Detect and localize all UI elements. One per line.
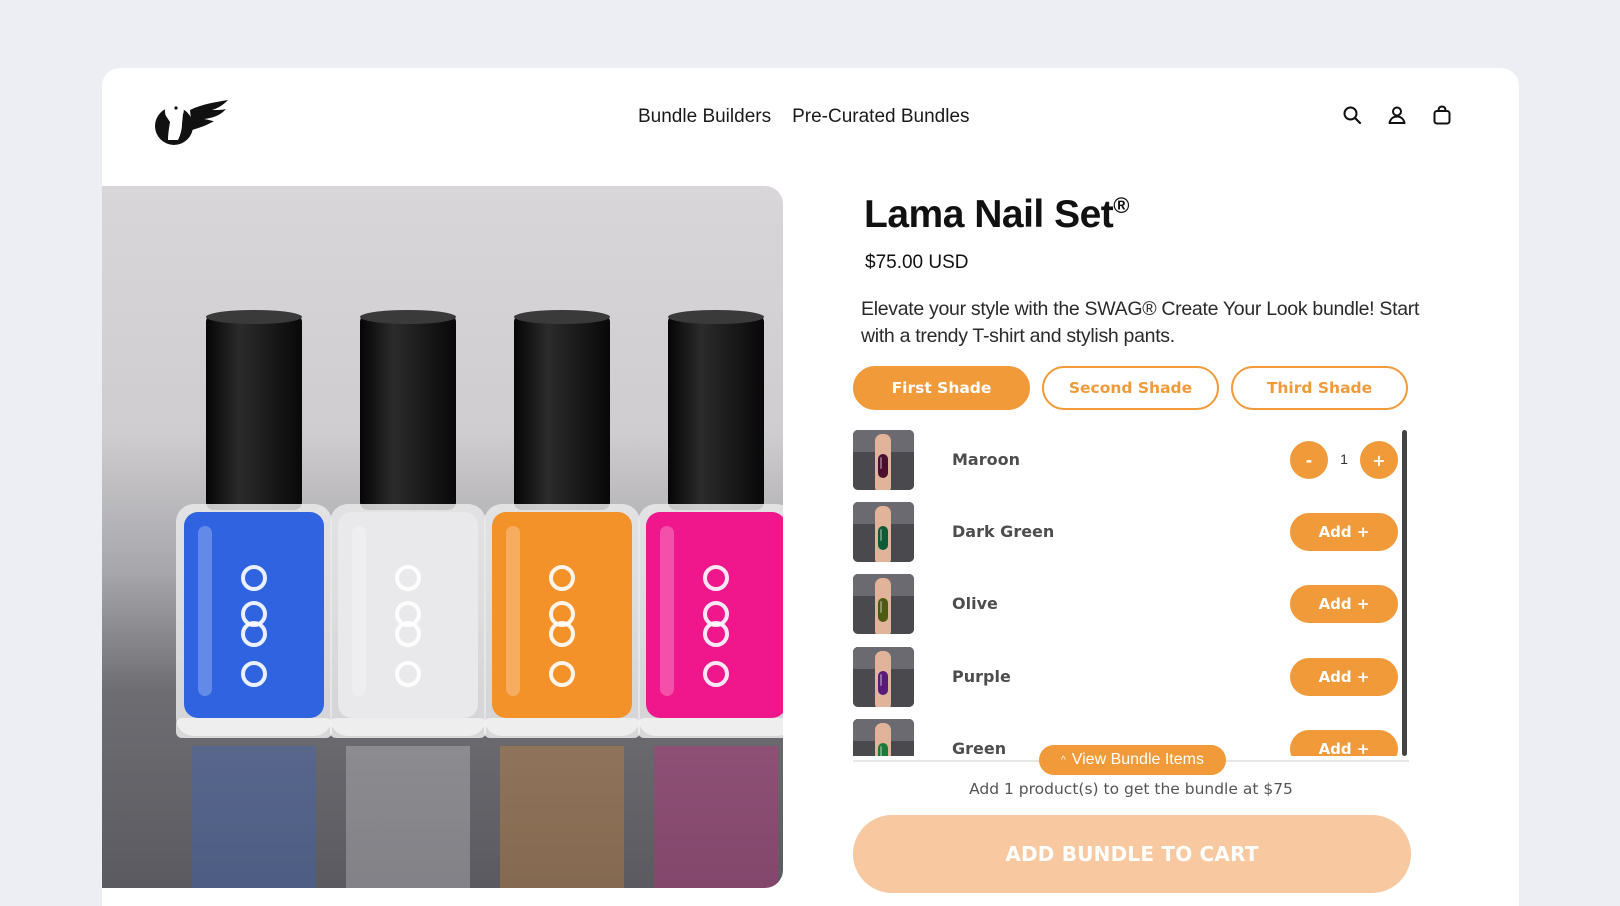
add-shade-button[interactable]: Add + (1290, 585, 1398, 623)
shade-thumbnail (853, 719, 914, 756)
llama-wing-logo-icon (155, 94, 228, 145)
list-item: Olive Add + (853, 574, 1398, 634)
search-icon[interactable] (1341, 104, 1363, 126)
shade-thumbnail (853, 574, 914, 634)
tab-third-shade[interactable]: Third Shade (1231, 366, 1408, 410)
shade-name: Dark Green (952, 522, 1055, 541)
tab-first-shade[interactable]: First Shade (853, 366, 1030, 410)
product-price: $75.00 USD (865, 252, 969, 273)
nav-pre-curated-bundles[interactable]: Pre-Curated Bundles (792, 106, 969, 128)
quantity-stepper: - 1 + (1290, 441, 1398, 479)
main-nav: Bundle Builders Pre-Curated Bundles (638, 106, 970, 128)
nail-polish-bottles-image (176, 310, 783, 888)
view-bundle-items-button[interactable]: ^ View Bundle Items (1039, 745, 1226, 775)
shade-name: Olive (952, 594, 998, 613)
list-item: Purple Add + (853, 647, 1398, 707)
header-actions (1341, 104, 1453, 126)
shade-thumbnail (853, 502, 914, 562)
quantity-value: 1 (1340, 451, 1348, 467)
bundle-requirement-note: Add 1 product(s) to get the bundle at $7… (969, 780, 1293, 798)
decrement-button[interactable]: - (1290, 441, 1328, 479)
user-icon[interactable] (1386, 104, 1408, 126)
product-description: Elevate your style with the SWAG® Create… (861, 298, 1420, 347)
view-bundle-items-label: View Bundle Items (1071, 751, 1204, 768)
shade-name: Green (952, 739, 1007, 756)
nav-bundle-builders[interactable]: Bundle Builders (638, 106, 771, 128)
add-shade-button[interactable]: Add + (1290, 658, 1398, 696)
shade-tabs: First Shade Second Shade Third Shade (853, 366, 1408, 410)
shade-thumbnail (853, 647, 914, 707)
shade-list: Maroon - 1 + Dark Green Add + Olive Add … (853, 430, 1409, 756)
shade-thumbnail (853, 430, 914, 490)
add-bundle-to-cart-button[interactable]: ADD BUNDLE TO CART (853, 815, 1411, 893)
brand-logo[interactable] (152, 90, 232, 150)
cart-icon[interactable] (1431, 104, 1453, 126)
list-item: Dark Green Add + (853, 502, 1398, 562)
increment-button[interactable]: + (1360, 441, 1398, 479)
list-item: Maroon - 1 + (853, 430, 1398, 490)
add-shade-button[interactable]: Add + (1290, 730, 1398, 756)
shade-name: Maroon (952, 450, 1020, 469)
add-shade-button[interactable]: Add + (1290, 513, 1398, 551)
shade-name: Purple (952, 667, 1011, 686)
page-card: Bundle Builders Pre-Curated Bundles Lama… (102, 68, 1519, 906)
tab-second-shade[interactable]: Second Shade (1042, 366, 1219, 410)
list-scrollbar[interactable] (1402, 430, 1407, 756)
caret-up-icon: ^ (1061, 754, 1066, 766)
product-title: Lama Nail Set® (864, 193, 1129, 236)
product-image (102, 186, 783, 888)
